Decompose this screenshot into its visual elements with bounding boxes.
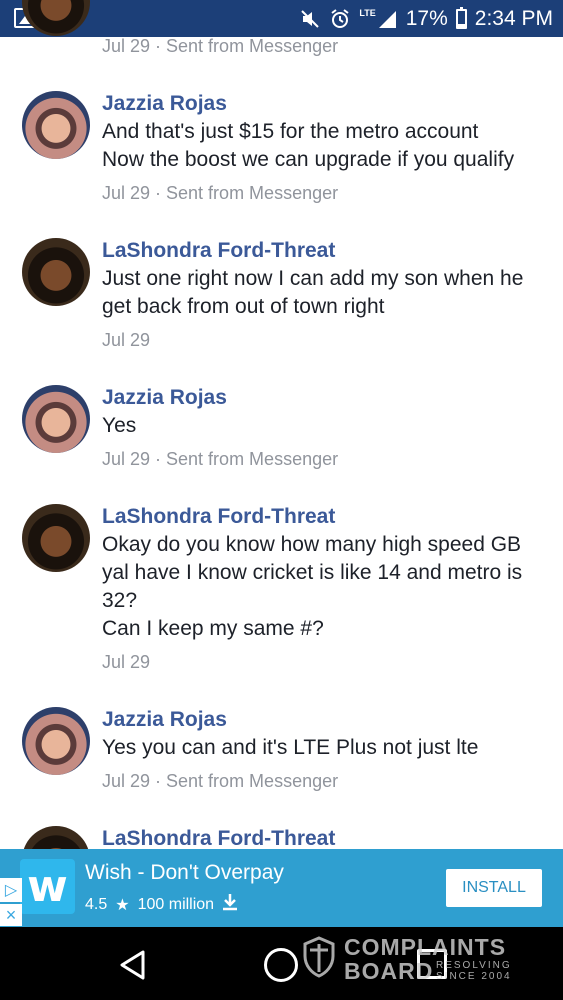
ad-downloads: 100 million	[137, 895, 215, 913]
message-line: Yes you can and it's LTE Plus not just l…	[102, 736, 479, 759]
watermark-resolving: RESOLVING	[436, 960, 512, 971]
message-text: Yes you can and it's LTE Plus not just l…	[102, 734, 552, 762]
watermark-line-2: BOARD	[344, 958, 434, 984]
install-button[interactable]: INSTALL	[446, 869, 542, 907]
message-line: get back from out of town right	[102, 295, 385, 318]
message-text: And that's just $15 for the metro accoun…	[102, 118, 552, 174]
message-line: Can I keep my same #?	[102, 617, 324, 640]
watermark: COMPLAINTS BOARD RESOLVING SINCE 2004	[302, 934, 522, 984]
message-line: 32?	[102, 589, 138, 612]
message-line: Now the boost we can upgrade if you qual…	[102, 148, 515, 171]
ad-title[interactable]: Wish - Don't Overpay	[85, 861, 284, 885]
avatar[interactable]	[22, 91, 90, 159]
ad-choices[interactable]: ▷ ×	[0, 878, 24, 928]
close-icon[interactable]: ×	[0, 904, 22, 926]
ad-banner[interactable]: w Wish - Don't Overpay 4.5 ★ 100 million…	[0, 849, 563, 927]
sender-name[interactable]: LaShondra Ford-Threat	[102, 827, 335, 851]
download-icon	[222, 893, 238, 916]
clock: 2:34 PM	[474, 7, 553, 30]
message-line: And that's just $15 for the metro accoun…	[102, 120, 479, 143]
sender-name[interactable]: Jazzia Rojas	[102, 92, 227, 116]
watermark-line-1: COMPLAINTS	[344, 934, 507, 960]
avatar[interactable]	[22, 385, 90, 453]
sender-name[interactable]: Jazzia Rojas	[102, 708, 227, 732]
watermark-since: SINCE 2004	[436, 971, 512, 982]
avatar[interactable]	[22, 707, 90, 775]
message-meta: Jul 29 · Sent from Messenger	[102, 183, 339, 203]
message-meta: Jul 29	[102, 330, 151, 350]
sender-name[interactable]: LaShondra Ford-Threat	[102, 505, 335, 529]
mute-icon	[299, 8, 321, 30]
message-line: Okay do you know how many high speed GB	[102, 533, 522, 556]
message-text: Yes	[102, 412, 552, 440]
ad-rating: 4.5	[85, 895, 108, 913]
watermark-line-3: RESOLVING SINCE 2004	[436, 960, 512, 982]
sender-name[interactable]: Jazzia Rojas	[102, 386, 227, 410]
status-icons: LTE 17% 2:34 PM	[299, 5, 553, 33]
sender-name[interactable]: LaShondra Ford-Threat	[102, 239, 335, 263]
wish-app-icon[interactable]: w	[20, 859, 75, 914]
ad-info-icon[interactable]: ▷	[0, 878, 22, 902]
back-button[interactable]	[117, 949, 149, 981]
message-meta: Jul 29 · Sent from Messenger	[102, 449, 339, 469]
message-line: Just one right now I can add my son when…	[102, 267, 524, 290]
star-icon: ★	[115, 896, 130, 914]
signal-icon	[376, 8, 398, 30]
avatar[interactable]	[22, 238, 90, 306]
message-meta: Jul 29 · Sent from Messenger	[102, 36, 339, 56]
message-line: Yes	[102, 414, 137, 437]
shield-icon	[303, 936, 335, 978]
message-meta: Jul 29	[102, 652, 151, 672]
battery-percent: 17%	[405, 7, 448, 30]
lte-indicator: LTE	[359, 8, 376, 18]
message-text: Just one right now I can add my son when…	[102, 265, 552, 321]
alarm-icon	[329, 8, 351, 30]
home-button[interactable]	[264, 948, 298, 982]
avatar[interactable]	[22, 504, 90, 572]
message-line: yal have I know cricket is like 14 and m…	[102, 561, 523, 584]
message-text: Okay do you know how many high speed GB …	[102, 531, 552, 643]
ad-meta: 4.5 ★ 100 million	[85, 893, 238, 916]
battery-icon	[455, 7, 467, 29]
message-meta: Jul 29 · Sent from Messenger	[102, 771, 339, 791]
